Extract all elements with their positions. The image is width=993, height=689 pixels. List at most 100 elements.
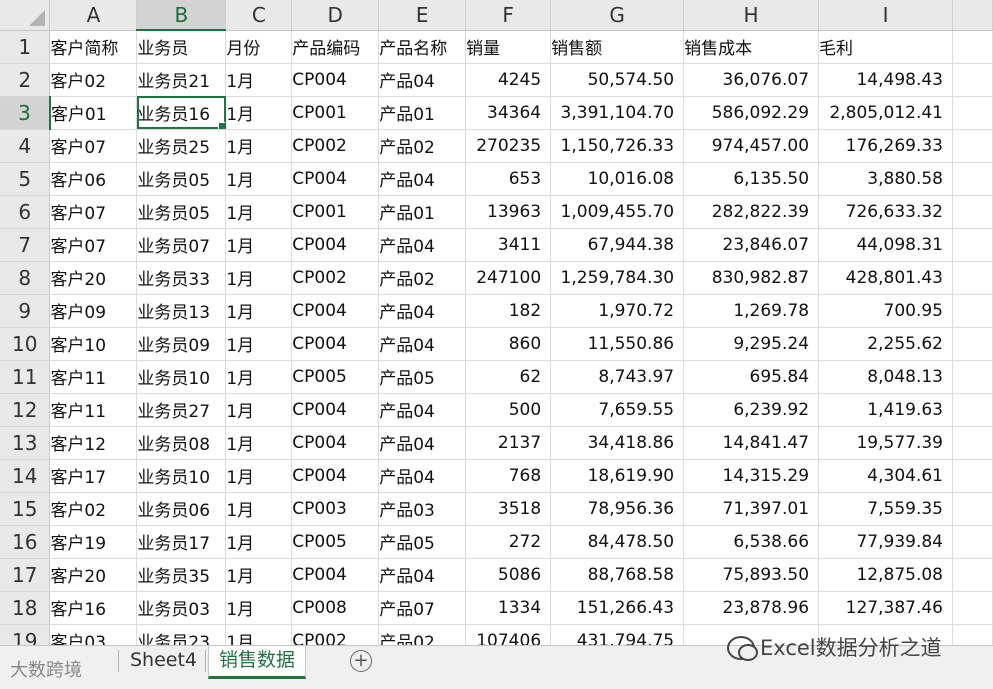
cell-F7[interactable]: 3411 <box>465 228 552 262</box>
cell-D8[interactable]: CP002 <box>291 261 380 295</box>
cell-B12[interactable]: 业务员27 <box>136 393 227 427</box>
cell-H17[interactable]: 75,893.50 <box>683 558 820 592</box>
cell-A6[interactable]: 客户07 <box>49 195 138 229</box>
cell-H16[interactable]: 6,538.66 <box>683 525 820 559</box>
cell-G14[interactable]: 18,619.90 <box>550 459 685 493</box>
tab-sales-data[interactable]: 销售数据 <box>208 646 307 679</box>
cell-I4[interactable]: 176,269.33 <box>818 129 953 163</box>
cell-C19[interactable]: 1月 <box>225 624 293 645</box>
cell-blank[interactable] <box>952 426 993 460</box>
cell-H5[interactable]: 6,135.50 <box>683 162 820 196</box>
cell-B7[interactable]: 业务员07 <box>136 228 227 262</box>
cell-H10[interactable]: 9,295.24 <box>683 327 820 361</box>
cell-H4[interactable]: 974,457.00 <box>683 129 820 163</box>
cell-D6[interactable]: CP001 <box>291 195 380 229</box>
cell-G16[interactable]: 84,478.50 <box>550 525 685 559</box>
cell-B11[interactable]: 业务员10 <box>136 360 227 394</box>
cell-H3[interactable]: 586,092.29 <box>683 96 820 130</box>
row-header[interactable]: 4 <box>0 129 51 163</box>
cell-D9[interactable]: CP004 <box>291 294 380 328</box>
cell-D2[interactable]: CP004 <box>291 63 380 97</box>
cell-I7[interactable]: 44,098.31 <box>818 228 953 262</box>
cell-G4[interactable]: 1,150,726.33 <box>550 129 685 163</box>
cell-B18[interactable]: 业务员03 <box>136 591 227 625</box>
cell-blank[interactable] <box>952 30 993 64</box>
cell-C18[interactable]: 1月 <box>225 591 293 625</box>
cell-G17[interactable]: 88,768.58 <box>550 558 685 592</box>
cell-blank[interactable] <box>952 591 993 625</box>
cell-D1[interactable]: 产品编码 <box>291 30 380 64</box>
cell-B3[interactable]: 业务员16 <box>136 96 227 130</box>
cell-H1[interactable]: 销售成本 <box>683 30 820 64</box>
row-header[interactable]: 5 <box>0 162 51 196</box>
cell-A12[interactable]: 客户11 <box>49 393 138 427</box>
cell-G11[interactable]: 8,743.97 <box>550 360 685 394</box>
cell-E3[interactable]: 产品01 <box>378 96 467 130</box>
cell-C2[interactable]: 1月 <box>225 63 293 97</box>
cell-I16[interactable]: 77,939.84 <box>818 525 953 559</box>
cell-G10[interactable]: 11,550.86 <box>550 327 685 361</box>
cell-C14[interactable]: 1月 <box>225 459 293 493</box>
cell-B2[interactable]: 业务员21 <box>136 63 227 97</box>
cell-I8[interactable]: 428,801.43 <box>818 261 953 295</box>
cell-H6[interactable]: 282,822.39 <box>683 195 820 229</box>
cell-H14[interactable]: 14,315.29 <box>683 459 820 493</box>
cell-G12[interactable]: 7,659.55 <box>550 393 685 427</box>
cell-C4[interactable]: 1月 <box>225 129 293 163</box>
column-header-H[interactable]: H <box>683 0 820 31</box>
cell-I12[interactable]: 1,419.63 <box>818 393 953 427</box>
cell-B10[interactable]: 业务员09 <box>136 327 227 361</box>
cell-B14[interactable]: 业务员10 <box>136 459 227 493</box>
cell-I2[interactable]: 14,498.43 <box>818 63 953 97</box>
cell-F6[interactable]: 13963 <box>465 195 552 229</box>
cell-H2[interactable]: 36,076.07 <box>683 63 820 97</box>
cell-E15[interactable]: 产品03 <box>378 492 467 526</box>
cell-D10[interactable]: CP004 <box>291 327 380 361</box>
cell-C1[interactable]: 月份 <box>225 30 293 64</box>
cell-F13[interactable]: 2137 <box>465 426 552 460</box>
cell-blank[interactable] <box>952 624 993 645</box>
cell-C9[interactable]: 1月 <box>225 294 293 328</box>
cell-D3[interactable]: CP001 <box>291 96 380 130</box>
cell-A9[interactable]: 客户09 <box>49 294 138 328</box>
row-header[interactable]: 3 <box>0 96 51 130</box>
cell-D7[interactable]: CP004 <box>291 228 380 262</box>
cell-blank[interactable] <box>952 492 993 526</box>
cell-E14[interactable]: 产品04 <box>378 459 467 493</box>
cell-blank[interactable] <box>952 261 993 295</box>
cell-D18[interactable]: CP008 <box>291 591 380 625</box>
cell-G9[interactable]: 1,970.72 <box>550 294 685 328</box>
cell-blank[interactable] <box>952 459 993 493</box>
cell-blank[interactable] <box>952 327 993 361</box>
cell-E10[interactable]: 产品04 <box>378 327 467 361</box>
cell-F16[interactable]: 272 <box>465 525 552 559</box>
cell-A4[interactable]: 客户07 <box>49 129 138 163</box>
cell-blank[interactable] <box>952 525 993 559</box>
cell-C16[interactable]: 1月 <box>225 525 293 559</box>
cell-D15[interactable]: CP003 <box>291 492 380 526</box>
cell-I9[interactable]: 700.95 <box>818 294 953 328</box>
cell-F10[interactable]: 860 <box>465 327 552 361</box>
cell-B1[interactable]: 业务员 <box>136 30 227 64</box>
fill-handle[interactable] <box>218 121 225 128</box>
cell-C5[interactable]: 1月 <box>225 162 293 196</box>
row-header[interactable]: 19 <box>0 624 51 645</box>
cell-G18[interactable]: 151,266.43 <box>550 591 685 625</box>
cell-I11[interactable]: 8,048.13 <box>818 360 953 394</box>
cell-F2[interactable]: 4245 <box>465 63 552 97</box>
cell-C15[interactable]: 1月 <box>225 492 293 526</box>
cell-G15[interactable]: 78,956.36 <box>550 492 685 526</box>
cell-A10[interactable]: 客户10 <box>49 327 138 361</box>
cell-H18[interactable]: 23,878.96 <box>683 591 820 625</box>
cell-I18[interactable]: 127,387.46 <box>818 591 953 625</box>
cell-H8[interactable]: 830,982.87 <box>683 261 820 295</box>
cell-blank[interactable] <box>952 558 993 592</box>
cell-F19[interactable]: 107406 <box>465 624 552 645</box>
cell-F3[interactable]: 34364 <box>465 96 552 130</box>
cell-G6[interactable]: 1,009,455.70 <box>550 195 685 229</box>
row-header[interactable]: 11 <box>0 360 51 394</box>
cell-blank[interactable] <box>952 195 993 229</box>
row-header[interactable]: 14 <box>0 459 51 493</box>
row-header[interactable]: 9 <box>0 294 51 328</box>
cell-C6[interactable]: 1月 <box>225 195 293 229</box>
